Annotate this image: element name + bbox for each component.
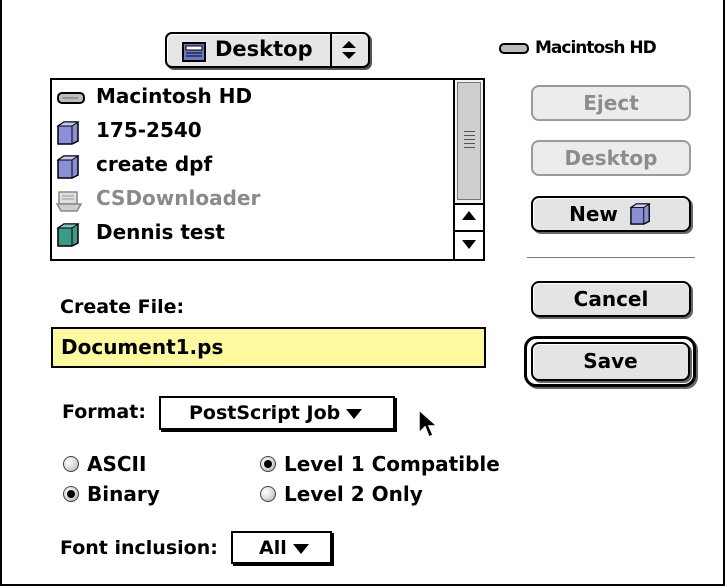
list-item-name: create dpf [96, 152, 213, 176]
radio-button[interactable] [63, 486, 79, 502]
list-item[interactable]: Macintosh HD [52, 82, 457, 114]
format-popup[interactable]: PostScript Job [159, 396, 395, 430]
radio-level-2[interactable]: Level 2 Only [260, 482, 423, 506]
up-arrow-icon [462, 211, 476, 220]
new-folder-button[interactable]: New [531, 196, 691, 232]
popup-divider [330, 34, 332, 66]
format-selected-value: PostScript Job [189, 402, 341, 424]
location-popup-label: Desktop [215, 37, 313, 61]
new-folder-label: New [569, 202, 618, 226]
radio-label: Level 1 Compatible [284, 452, 500, 476]
radio-button[interactable] [260, 486, 276, 502]
folder-icon [56, 121, 80, 145]
eject-button[interactable]: Eject [531, 85, 691, 121]
filename-field[interactable]: Document1.ps [51, 327, 486, 368]
format-label: Format: [62, 401, 146, 423]
scroll-track[interactable] [455, 80, 483, 203]
volume-name: Macintosh HD [535, 38, 657, 58]
scroll-thumb[interactable] [457, 82, 481, 200]
updown-arrows-icon [342, 41, 356, 59]
list-item[interactable]: create dpf [52, 150, 457, 182]
volume-indicator: Macintosh HD [499, 38, 657, 58]
radio-button[interactable] [63, 456, 79, 472]
folder-icon [56, 223, 80, 247]
folder-icon [56, 155, 80, 179]
create-file-label: Create File: [60, 296, 185, 318]
desktop-folder-icon [182, 42, 206, 62]
file-list[interactable]: Macintosh HD 175-2540 create dpf CSDownl… [50, 78, 485, 261]
radio-ascii[interactable]: ASCII [63, 452, 146, 476]
hard-drive-icon [57, 92, 85, 104]
down-arrow-icon [462, 240, 476, 249]
list-item-name: Macintosh HD [96, 84, 253, 108]
hard-drive-icon [499, 42, 529, 54]
font-inclusion-popup[interactable]: All [231, 531, 332, 564]
radio-level-1[interactable]: Level 1 Compatible [260, 452, 500, 476]
button-separator [527, 257, 695, 258]
cancel-button[interactable]: Cancel [531, 281, 691, 317]
list-item[interactable]: 175-2540 [52, 116, 457, 148]
list-item[interactable]: Dennis test [52, 218, 457, 250]
scroll-down-arrow[interactable] [455, 230, 483, 259]
save-button[interactable]: Save [531, 342, 690, 381]
radio-binary[interactable]: Binary [63, 482, 160, 506]
list-item[interactable]: CSDownloader [52, 184, 457, 216]
folder-icon [629, 203, 651, 225]
radio-button[interactable] [260, 456, 276, 472]
list-item-name: 175-2540 [96, 118, 202, 142]
radio-label: ASCII [87, 452, 147, 476]
list-item-name: CSDownloader [96, 186, 261, 210]
chevron-down-icon [292, 543, 309, 554]
application-icon [56, 191, 83, 212]
font-inclusion-value: All [259, 537, 287, 559]
font-inclusion-label: Font inclusion: [60, 537, 218, 559]
mouse-cursor-icon [418, 409, 439, 439]
location-popup[interactable]: Desktop [165, 32, 370, 68]
radio-label: Level 2 Only [284, 482, 423, 506]
radio-label: Binary [87, 482, 160, 506]
list-item-name: Dennis test [96, 220, 225, 244]
desktop-button[interactable]: Desktop [531, 140, 691, 176]
chevron-down-icon [346, 408, 363, 419]
save-dialog: Desktop Macintosh HD Macintosh HD 175-25… [0, 0, 725, 586]
scroll-up-arrow[interactable] [455, 203, 483, 230]
file-list-scrollbar[interactable] [453, 80, 483, 259]
